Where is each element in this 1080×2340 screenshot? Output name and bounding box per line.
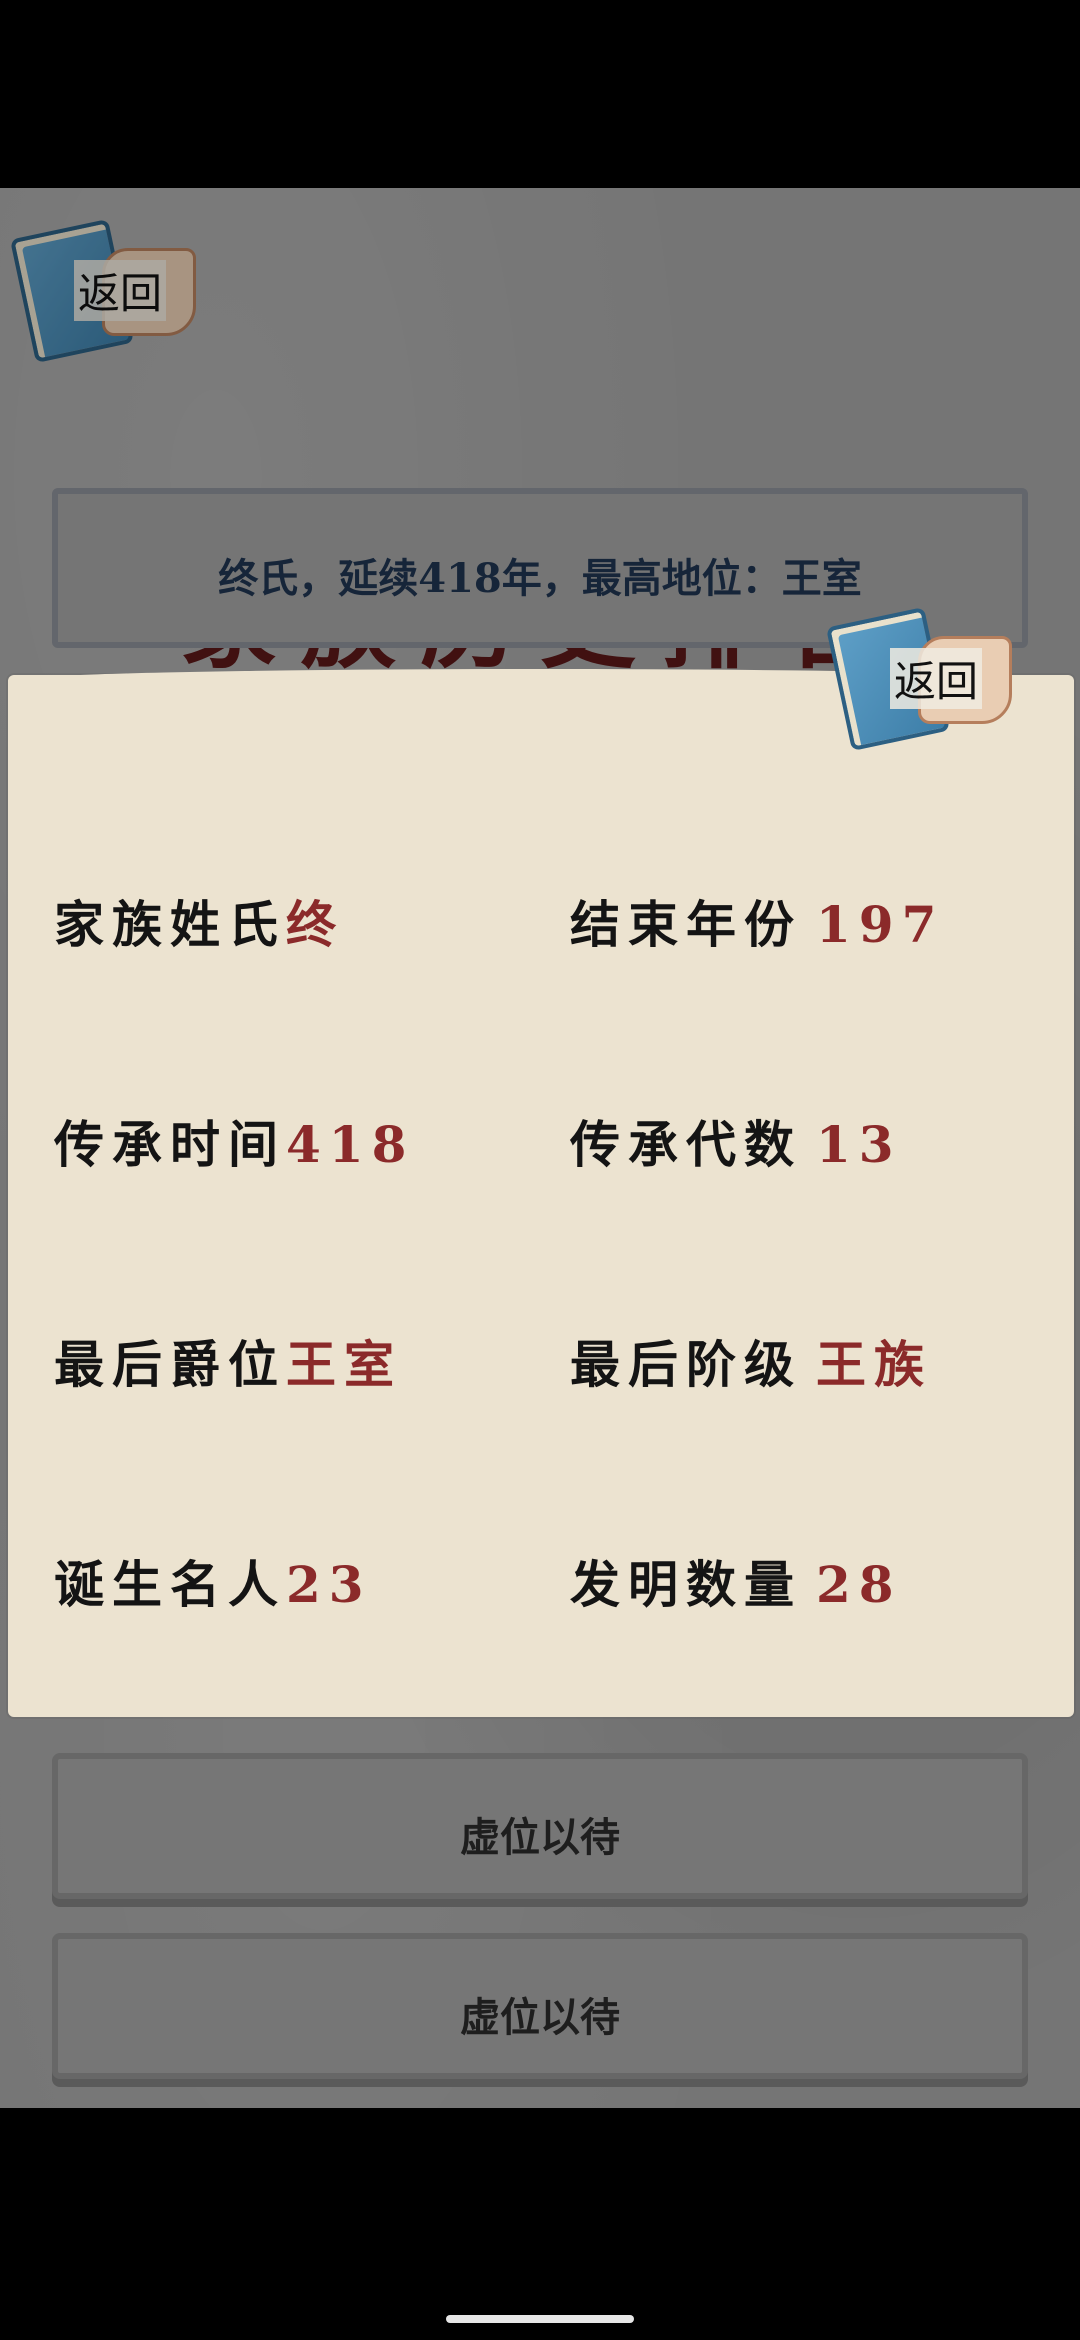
stat-inventions: 发明数量 28 xyxy=(570,1555,902,1614)
back-label: 返回 xyxy=(74,260,167,321)
stat-end-year: 结束年份 197 xyxy=(570,895,945,954)
status-bar xyxy=(0,0,1080,188)
family-detail-modal: 家族姓氏终 结束年份 197 传承时间418 传承代数 13 最后爵位王室 最后阶级… xyxy=(8,669,1074,1717)
home-indicator[interactable] xyxy=(446,2315,634,2323)
stat-last-class: 最后阶级 王族 xyxy=(570,1335,932,1394)
navigation-bar xyxy=(0,2108,1080,2340)
stat-last-title: 最后爵位王室 xyxy=(54,1335,402,1394)
stat-generations: 传承代数 13 xyxy=(570,1115,902,1174)
stat-surname: 家族姓氏终 xyxy=(54,895,344,954)
list-item[interactable]: 虚位以待 xyxy=(52,1933,1028,2079)
stat-duration: 传承时间418 xyxy=(54,1115,415,1174)
summary-text: 终氏，延续418年，最高地位：王室 xyxy=(218,555,862,602)
list-item[interactable]: 虚位以待 xyxy=(52,1753,1028,1899)
list-item-label: 虚位以待 xyxy=(460,1814,620,1861)
modal-back-button[interactable]: 返回 xyxy=(825,606,1012,752)
list-item-label: 虚位以待 xyxy=(460,1994,620,2041)
back-button[interactable]: 返回 xyxy=(9,218,196,364)
stat-celebrities: 诞生名人23 xyxy=(54,1555,372,1614)
modal-back-label: 返回 xyxy=(890,648,983,709)
